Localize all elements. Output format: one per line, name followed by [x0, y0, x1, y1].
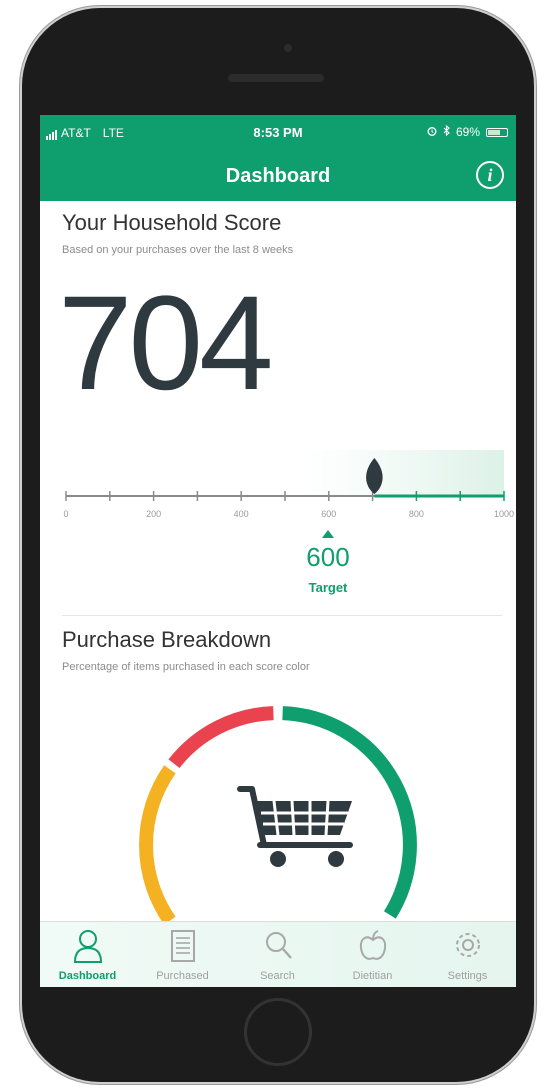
person-icon: [73, 930, 103, 963]
breakdown-ring: [139, 706, 417, 925]
tab-label-search: Search: [260, 970, 295, 982]
status-right: 69%: [427, 124, 508, 139]
ring-segment-red[interactable]: [168, 706, 274, 769]
tab-dietitian[interactable]: Dietitian: [325, 922, 420, 987]
battery-level: [488, 129, 500, 135]
household-score-title: Your Household Score: [62, 210, 282, 235]
tab-label-dashboard: Dashboard: [58, 970, 117, 982]
ring-segment-yellow[interactable]: [139, 765, 176, 925]
target-value: 600: [306, 542, 350, 572]
gauge-tick-label: 1000: [494, 509, 514, 519]
tab-settings[interactable]: Settings: [420, 922, 515, 987]
tab-purchased[interactable]: Purchased: [135, 922, 230, 987]
gauge-tick-label: 600: [321, 509, 336, 519]
battery-percent: 69%: [455, 125, 480, 139]
home-button[interactable]: [244, 998, 312, 1066]
gauge-highlight: [304, 450, 504, 496]
search-icon: [266, 932, 292, 959]
tab-bar: Dashboard Purchased Search Dietitian Set…: [40, 921, 516, 987]
tab-label-settings: Settings: [447, 970, 488, 982]
apple-icon: [359, 930, 387, 960]
gauge-tick-label: 400: [234, 509, 249, 519]
gauge-tick-label: 800: [409, 509, 424, 519]
household-score-subtitle: Based on your purchases over the last 8 …: [62, 244, 294, 256]
tab-label-dietitian: Dietitian: [352, 970, 393, 982]
tab-search[interactable]: Search: [230, 922, 325, 987]
tab-label-purchased: Purchased: [156, 970, 209, 982]
battery-icon: [486, 127, 508, 137]
score-gauge: 0 200 400 600 800 1000: [63, 450, 514, 519]
bluetooth-icon: [443, 124, 450, 139]
front-camera: [284, 44, 292, 52]
phone-frame: AT&T LTE 8:53 PM 69% Dashboard i Your Ho…: [22, 8, 534, 1082]
page-title: Dashboard: [225, 165, 331, 187]
status-bar: AT&T LTE 8:53 PM 69%: [40, 115, 516, 153]
target-arrow-icon: [322, 530, 334, 538]
purchase-breakdown-subtitle: Percentage of items purchased in each sc…: [62, 661, 310, 673]
info-icon[interactable]: i: [476, 161, 504, 189]
gauge-tick-label: 200: [146, 509, 161, 519]
gear-icon: [456, 933, 480, 957]
target-label: Target: [308, 580, 348, 595]
shopping-cart-icon: [237, 786, 353, 867]
alarm-icon: [427, 125, 437, 139]
section-divider: [62, 615, 502, 616]
receipt-icon: [171, 930, 195, 962]
earpiece-speaker: [228, 74, 324, 82]
app-screen: AT&T LTE 8:53 PM 69% Dashboard i Your Ho…: [40, 115, 516, 987]
household-score-value: 704: [58, 269, 274, 418]
nav-bar: Dashboard i: [40, 153, 516, 201]
gauge-tick-label: 0: [63, 509, 68, 519]
purchase-breakdown-title: Purchase Breakdown: [62, 627, 272, 652]
tab-dashboard[interactable]: Dashboard: [40, 922, 135, 987]
